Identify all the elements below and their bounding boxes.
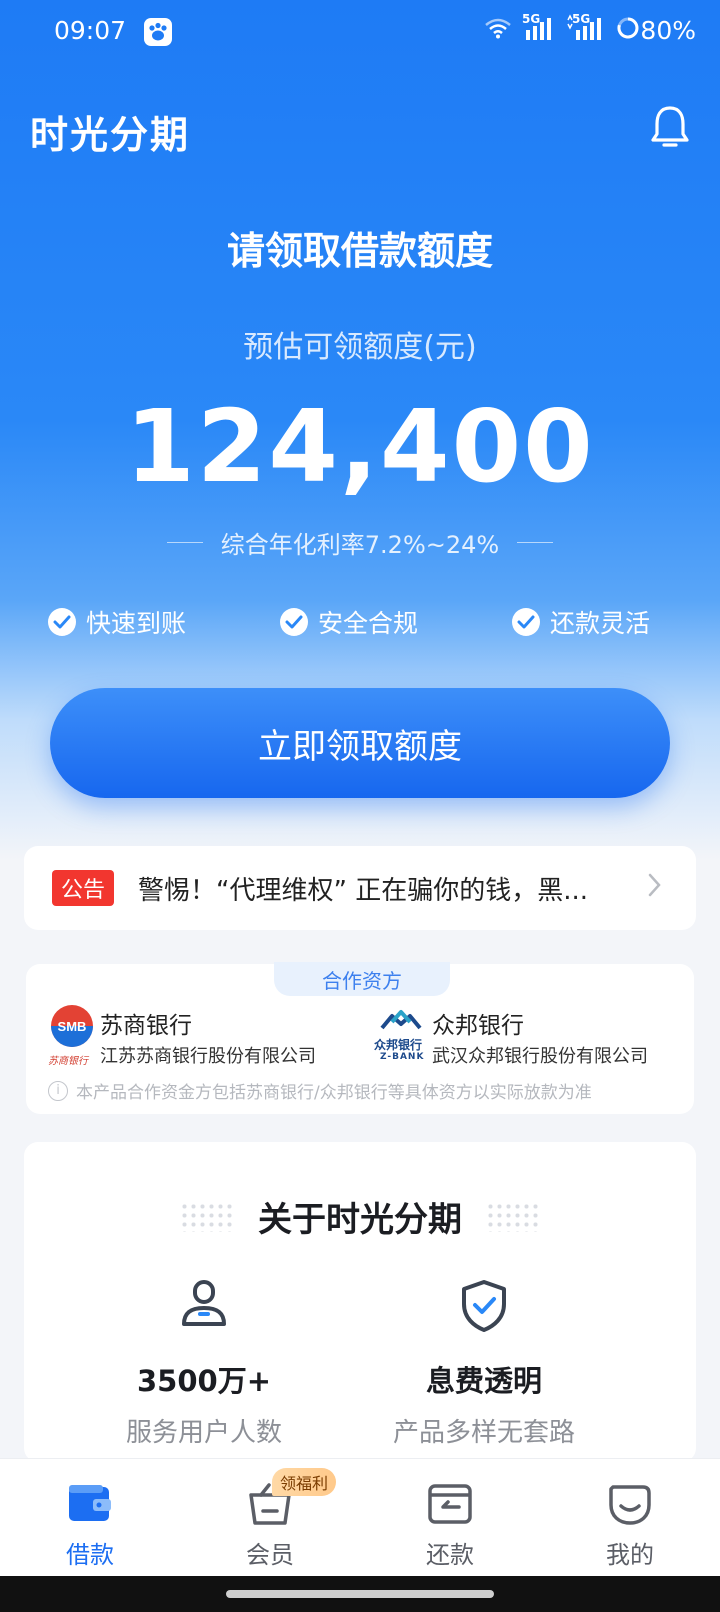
home-gesture-handle[interactable] [226,1590,494,1598]
announcement-bar[interactable]: 公告 警惕！“代理维权” 正在骗你的钱，黑... [24,846,696,930]
partners-note: i 本产品合作资金方包括苏商银行/众邦银行等具体资方以实际放款为准 [48,1078,592,1103]
bell-icon[interactable] [648,104,692,152]
chevron-right-icon [648,873,661,897]
feature-label: 快速到账 [86,609,187,638]
battery-percent: 80% [640,16,696,45]
smb-bank-logo: SMB [51,1005,93,1047]
zbank-logo-text: 众邦银行 [374,1038,423,1052]
stat-users: 3500万+ 服务用户人数 [54,1278,354,1449]
wallet-icon [69,1485,111,1521]
tab-label: 还款 [426,1541,474,1569]
check-circle-icon [48,608,76,636]
announcement-text: 警惕！“代理维权” 正在骗你的钱，黑... [138,875,588,906]
feature-item: 还款灵活 [512,604,650,640]
check-circle-icon [512,608,540,636]
signal-1-icon: 5G [522,12,556,42]
feature-item: 安全合规 [280,604,418,640]
partners-title: 合作资方 [274,962,450,996]
paw-app-icon [144,18,172,46]
bank-name: 苏商银行 [100,1013,192,1039]
tab-label: 会员 [246,1541,294,1569]
feature-item: 快速到账 [48,604,186,640]
tab-label: 借款 [66,1541,114,1569]
about-title: 关于时光分期 [258,1200,462,1240]
info-icon: i [48,1080,68,1101]
zbank-logo-caption: Z-BANK [380,1052,425,1062]
system-navigation-bar [0,1576,720,1612]
decorative-dots-right [486,1202,540,1232]
rate-divider-left [166,541,203,543]
estimate-label: 预估可领额度(元) [243,330,477,365]
partners-card: 合作资方 SMB 苏商银行 苏商银行 江苏苏商银行股份有限公司 众邦银行 Z-B… [26,962,694,1114]
about-card: 关于时光分期 3500万+ 服务用户人数 息费透明 产品多样无套路 [24,1142,696,1462]
check-circle-icon [280,608,308,636]
user-icon [182,1280,226,1326]
brand-title: 时光分期 [30,113,191,157]
bank-full-name: 武汉众邦银行股份有限公司 [432,1046,648,1067]
card-return-icon [428,1484,472,1524]
status-icons: 5G 5G [484,12,640,42]
welfare-badge[interactable]: 领福利 [272,1468,337,1496]
shield-check-icon [462,1280,506,1332]
claim-credit-button[interactable]: 立即领取额度 [50,688,670,798]
partners-note-text: 本产品合作资金方包括苏商银行/众邦银行等具体资方以实际放款为准 [76,1083,592,1103]
bank-name: 众邦银行 [432,1013,524,1039]
announcement-tag: 公告 [52,870,114,906]
tab-label: 我的 [606,1541,654,1569]
smb-logo-caption: 苏商银行 [48,1056,88,1067]
stat-value: 息费透明 [425,1364,542,1398]
stat-label: 产品多样无套路 [392,1418,575,1448]
smb-logo-text: SMB [58,1019,87,1034]
signal-2-icon: 5G [566,12,606,42]
feature-list: 快速到账 安全合规 还款灵活 [0,604,720,648]
stat-transparent-fees: 息费透明 产品多样无套路 [334,1278,634,1449]
wifi-icon [485,18,511,39]
rate-row: 综合年化利率7.2%~24% [0,522,720,562]
feature-label: 还款灵活 [550,609,651,638]
tab-loan[interactable]: 借款 [0,1459,180,1577]
status-bar: 09:07 5G 5G 80% [0,0,720,64]
zbank-logo [380,1010,422,1030]
bank-full-name: 江苏苏商银行股份有限公司 [100,1046,316,1067]
tab-repay[interactable]: 还款 [360,1459,540,1577]
stat-label: 服务用户人数 [125,1418,282,1448]
battery-ring-icon [617,17,639,39]
hero-title: 请领取借款额度 [226,229,493,273]
rate-divider-right [517,541,554,543]
stat-value: 3500万+ [136,1364,271,1398]
bottom-tab-bar: 借款 会员 还款 我的 [0,1458,720,1576]
annual-rate-text: 综合年化利率7.2%~24% [220,530,500,559]
status-time: 09:07 [54,16,127,45]
credit-amount: 124,400 [125,388,595,505]
tab-profile[interactable]: 我的 [540,1459,720,1577]
feature-label: 安全合规 [318,609,419,638]
profile-face-icon [609,1485,651,1525]
